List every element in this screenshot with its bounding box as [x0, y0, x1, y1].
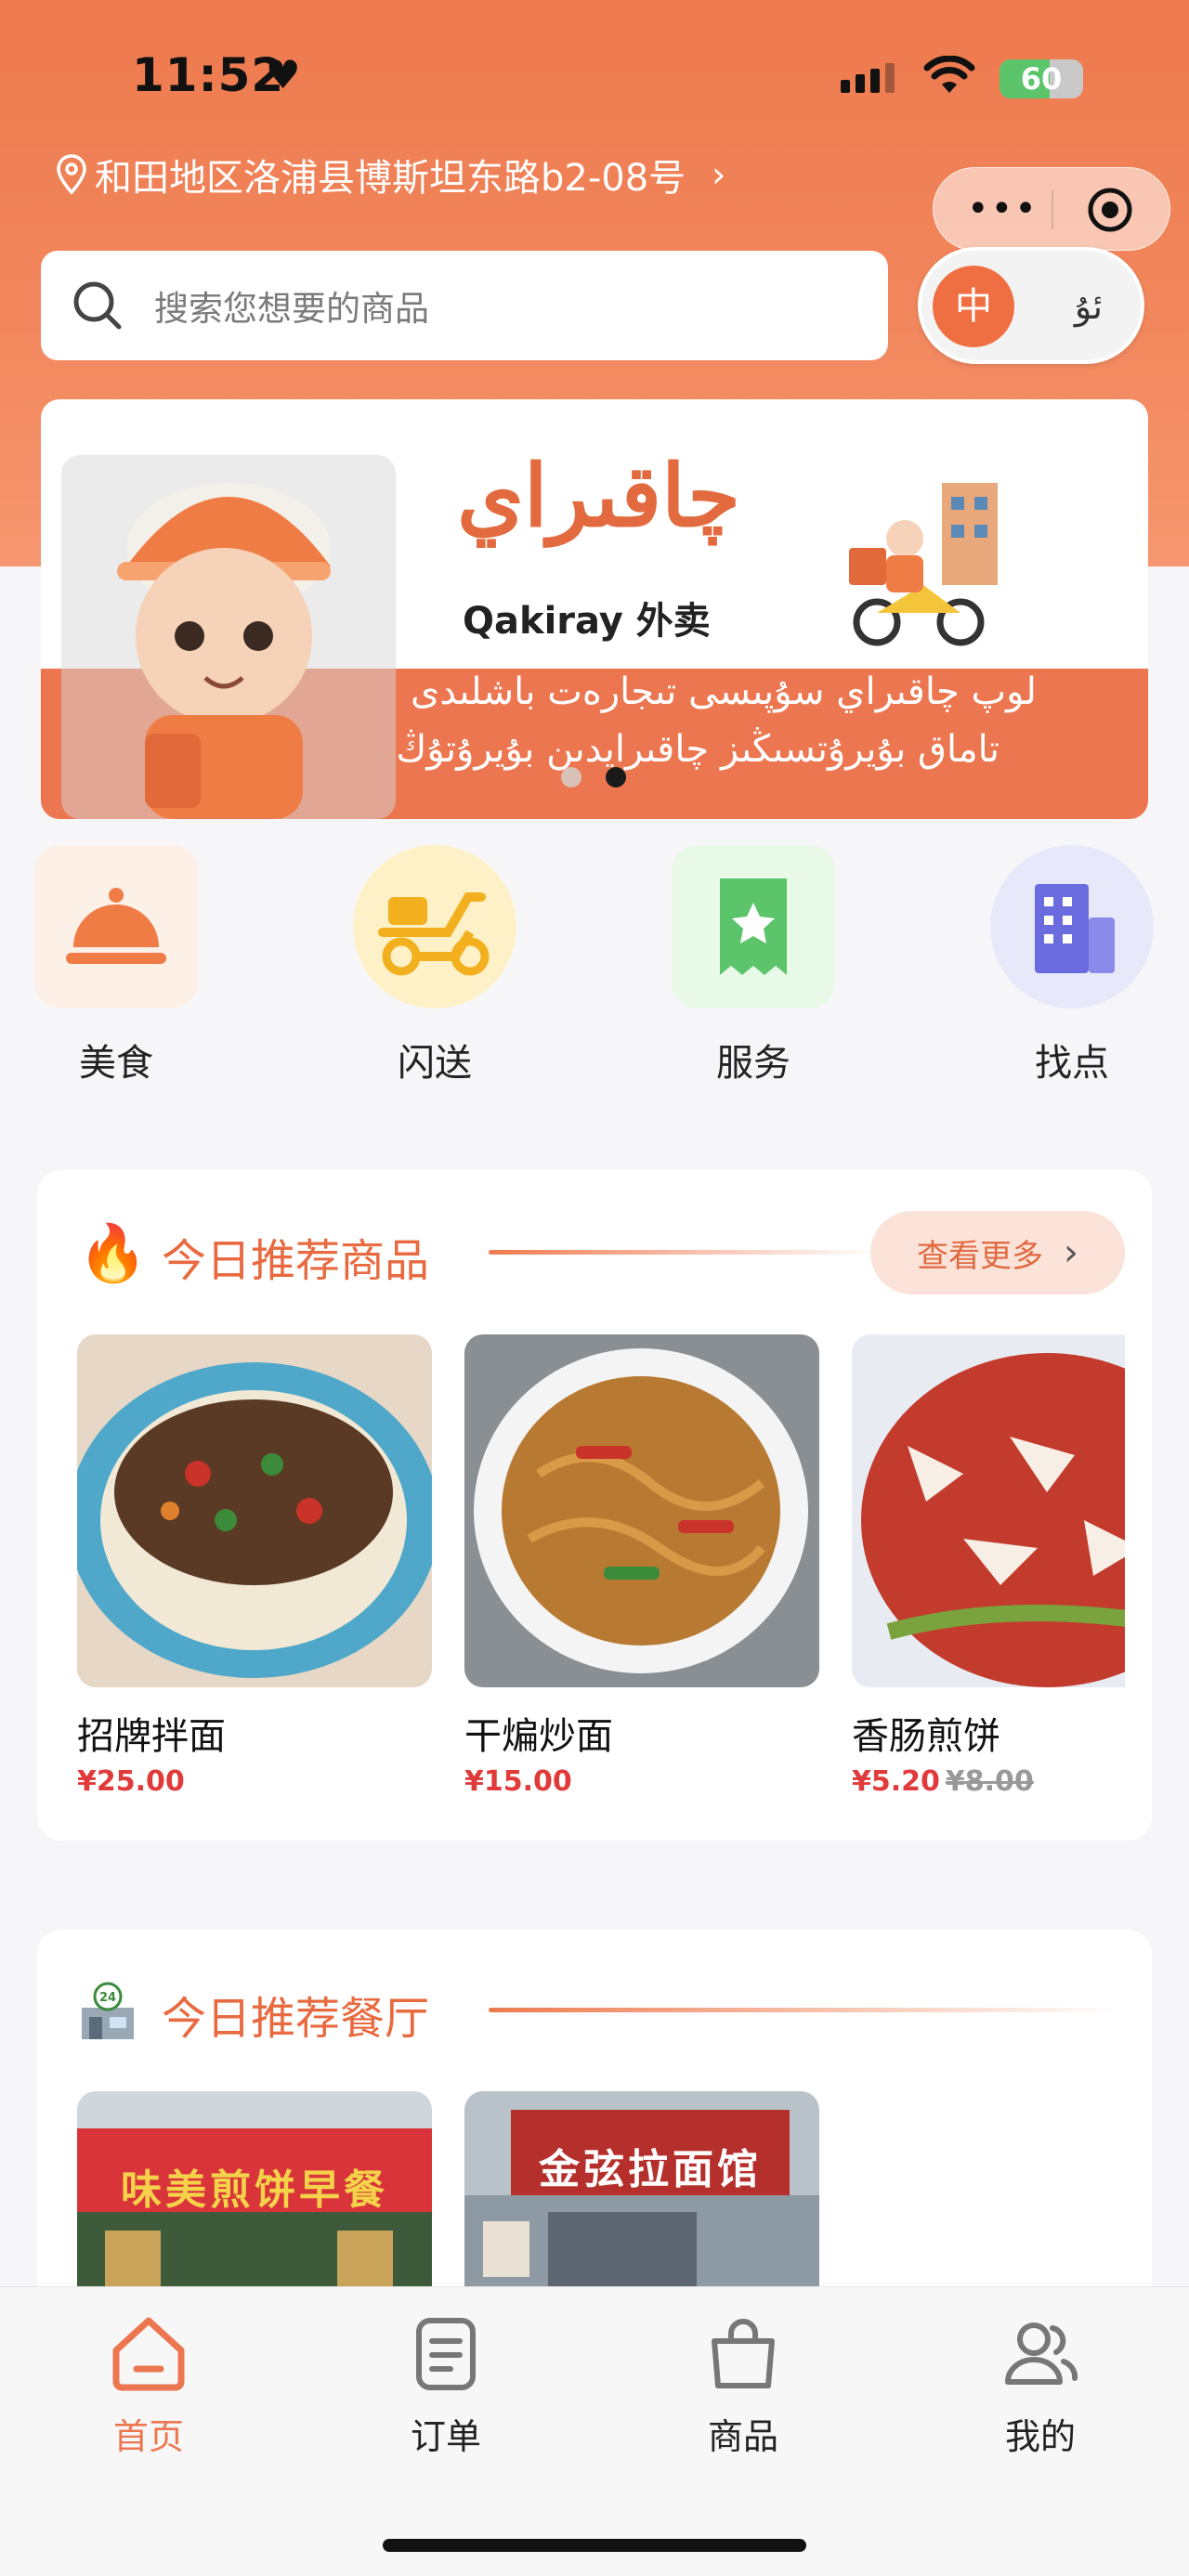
category-label: 美食 — [79, 1042, 153, 1085]
search-icon — [73, 281, 122, 330]
app-screen: 11:52 ♥ 60 和田地区洛浦县博斯坦东路b2-08号 › ••• 搜索您想… — [0, 0, 1189, 2576]
chevron-right-icon: › — [712, 154, 726, 195]
recommended-products-title: 今日推荐商品 — [162, 1235, 430, 1287]
user-icon — [1005, 2322, 1078, 2385]
restaurant-card[interactable]: 味美煎饼早餐 — [77, 2091, 432, 2286]
language-uyghur-option[interactable]: ئۇ — [1052, 266, 1126, 347]
capsule-divider — [1052, 190, 1053, 229]
tab-label: 我的 — [1004, 2416, 1076, 2457]
category-find-place[interactable]: 找点 — [979, 845, 1165, 1086]
product-card[interactable]: 干煸炒面 ¥15.00 — [464, 1334, 819, 1798]
product-name: 招牌拌面 — [77, 1715, 226, 1758]
language-toggle[interactable]: 中 ئۇ — [918, 247, 1144, 364]
product-original-price: ¥8.00 — [945, 1765, 1034, 1798]
category-label: 找点 — [1035, 1042, 1109, 1085]
product-price: ¥15.00 — [464, 1765, 819, 1798]
bottom-tab-bar: 首页 订单 商品 我的 — [0, 2286, 1189, 2576]
search-placeholder: 搜索您想要的商品 — [154, 289, 429, 329]
tab-products[interactable]: 商品 — [650, 2313, 836, 2459]
tab-label: 订单 — [410, 2416, 481, 2457]
svg-text:24: 24 — [99, 1991, 116, 2005]
delivery-scooter-icon — [353, 845, 516, 1008]
food-cloche-icon — [34, 845, 198, 1008]
product-image[interactable] — [77, 1334, 432, 1687]
location-address: 和田地区洛浦县博斯坦东路b2-08号 — [95, 157, 686, 200]
product-card[interactable]: 香肠煎饼 ¥5.20 ¥8.00 — [852, 1334, 1125, 1798]
product-current-price: ¥25.00 — [77, 1765, 185, 1798]
banner-brand-latin: Qakiray 外卖 — [463, 600, 711, 643]
status-time: 11:52 — [132, 48, 285, 102]
battery-percent: 60 — [1020, 61, 1063, 97]
more-dots-icon[interactable]: ••• — [967, 185, 1039, 233]
language-chinese-option[interactable]: 中 — [933, 266, 1014, 347]
tab-label: 商品 — [707, 2416, 778, 2457]
product-image[interactable] — [852, 1334, 1125, 1687]
wifi-icon — [923, 56, 975, 93]
delivery-mascot-illustration — [61, 455, 396, 819]
title-divider-line — [489, 2008, 1120, 2012]
title-divider-line — [489, 1250, 879, 1255]
chevron-right-icon: › — [1064, 1231, 1078, 1274]
product-current-price: ¥15.00 — [464, 1765, 572, 1798]
heart-icon: ♥ — [266, 52, 301, 98]
location-pin-icon — [57, 154, 86, 195]
view-more-button[interactable]: 查看更多 › — [870, 1211, 1125, 1295]
shopping-bag-icon — [712, 2319, 775, 2388]
product-image[interactable] — [464, 1334, 819, 1687]
promo-banner[interactable]: چاقىراي Qakiray 外卖 لوپ چاقىراي سۇپىسى تى… — [41, 399, 1148, 819]
fire-icon: 🔥 — [78, 1221, 148, 1286]
cellular-signal-icon — [841, 63, 895, 93]
category-food[interactable]: 美食 — [23, 845, 209, 1086]
battery-indicator: 60 — [1000, 59, 1083, 98]
search-input[interactable]: 搜索您想要的商品 — [41, 251, 888, 360]
tab-orders[interactable]: 订单 — [353, 2313, 539, 2459]
restaurant-sign: 金弦拉面馆 — [539, 2146, 762, 2193]
home-icon — [112, 2317, 185, 2391]
building-icon — [990, 845, 1154, 1008]
store-24h-icon: 24 — [82, 1982, 134, 2039]
product-name: 香肠煎饼 — [852, 1715, 1000, 1758]
tab-label: 首页 — [112, 2416, 184, 2457]
home-indicator[interactable] — [383, 2539, 806, 2552]
service-ticket-icon — [672, 845, 835, 1008]
product-current-price: ¥5.20 — [852, 1765, 940, 1798]
banner-page-dot-active[interactable] — [606, 767, 626, 787]
banner-page-dot[interactable] — [561, 767, 581, 787]
product-price: ¥25.00 — [77, 1765, 432, 1798]
product-name: 干煸炒面 — [464, 1715, 613, 1758]
product-card[interactable]: 招牌拌面 ¥25.00 — [77, 1334, 432, 1798]
status-bar: 11:52 ♥ 60 — [0, 48, 1189, 113]
location-selector[interactable]: 和田地区洛浦县博斯坦东路b2-08号 › — [56, 149, 725, 201]
scooter-courier-illustration — [849, 483, 998, 646]
close-target-icon[interactable] — [1087, 187, 1133, 233]
view-more-label: 查看更多 — [917, 1237, 1043, 1275]
banner-brand-uyghur: چاقىراي — [457, 446, 740, 546]
tab-profile[interactable]: 我的 — [947, 2313, 1133, 2459]
category-label: 闪送 — [398, 1042, 472, 1085]
order-list-icon — [416, 2318, 476, 2390]
product-card-clip: 香肠煎饼 ¥5.20 ¥8.00 — [852, 1334, 1125, 1854]
product-price: ¥5.20 ¥8.00 — [852, 1765, 1125, 1798]
category-flash-delivery[interactable]: 闪送 — [342, 845, 528, 1086]
recommended-restaurants-title: 今日推荐餐厅 — [162, 1993, 430, 2045]
restaurant-card[interactable]: 金弦拉面馆 — [464, 2091, 819, 2286]
banner-text-line2: تاماق بۇيرۇتسىڭىز چاقىرايدىن بۇيرۇتۇڭ — [396, 728, 1000, 771]
miniprogram-capsule: ••• — [933, 167, 1170, 251]
category-label: 服务 — [716, 1042, 790, 1085]
restaurant-sign: 味美煎饼早餐 — [121, 2166, 388, 2214]
tab-home[interactable]: 首页 — [56, 2313, 242, 2459]
banner-text-line1: لوپ چاقىراي سۇپىسى تىجارەت باشلىدى — [411, 670, 1037, 713]
category-service[interactable]: 服务 — [660, 845, 846, 1086]
